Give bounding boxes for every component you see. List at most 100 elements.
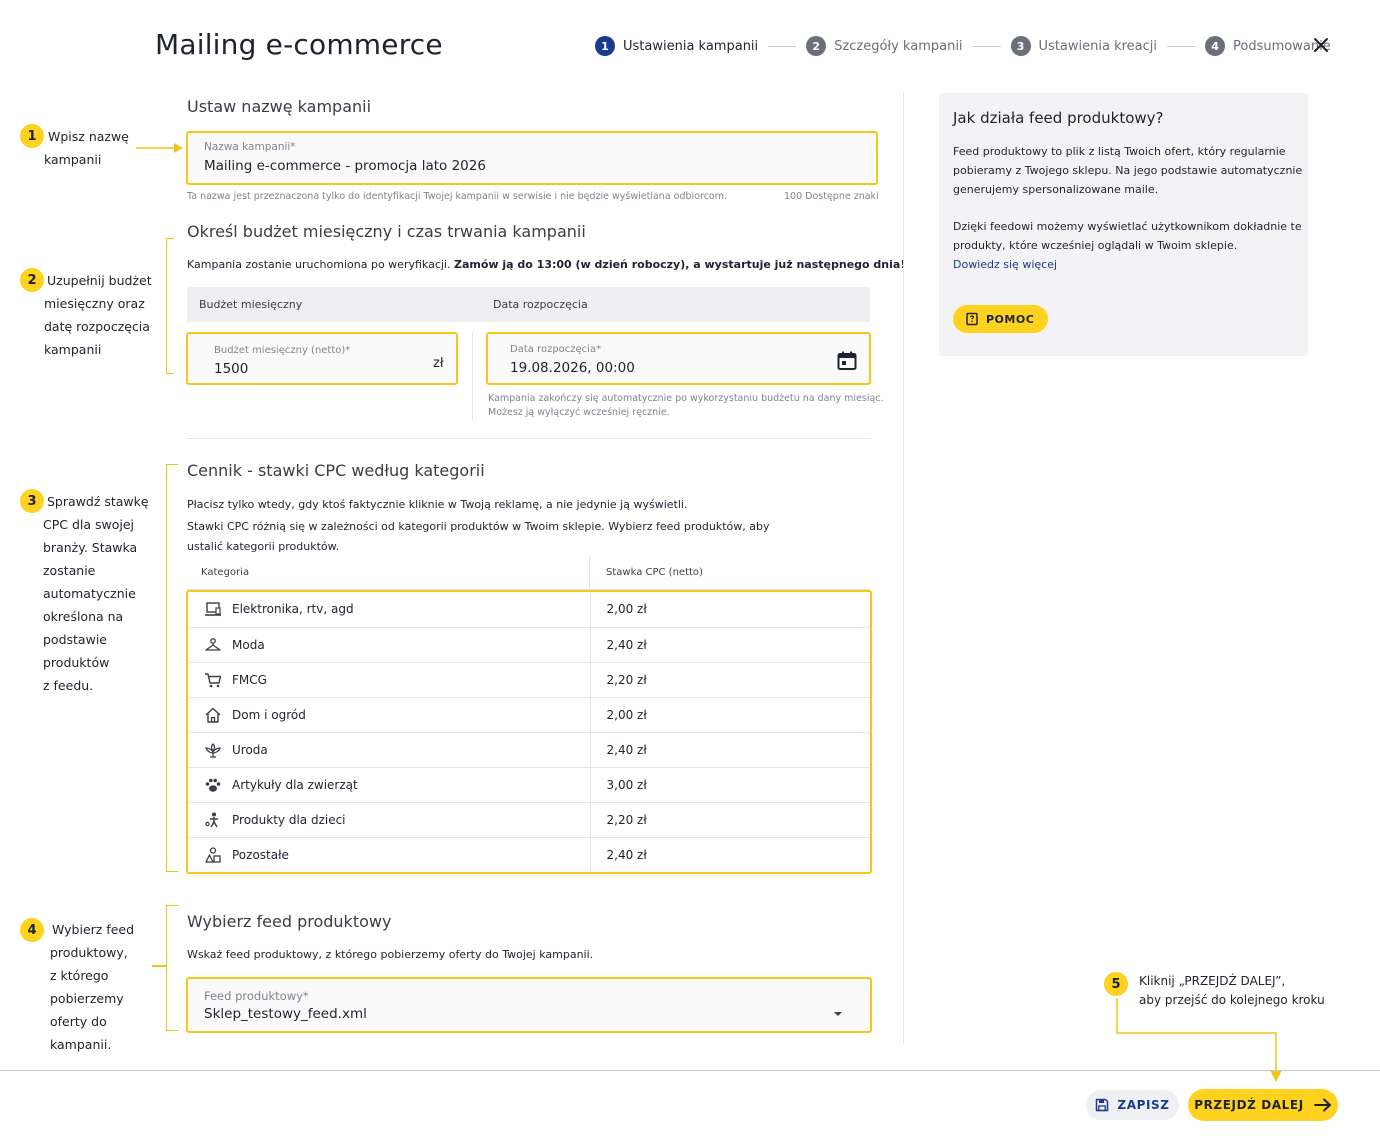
budget-column-header: Budżet miesięczny (199, 298, 303, 311)
arrow-right-icon (1313, 1098, 1332, 1112)
category-name: Artykuły dla zwierząt (232, 777, 358, 792)
save-icon (1095, 1098, 1109, 1112)
save-button[interactable]: ZAPISZ (1086, 1090, 1179, 1120)
table-row: FMCG 2,20 zł (188, 662, 870, 698)
rate-cell: 2,40 zł (606, 847, 647, 862)
table-row: Produkty dla dzieci 2,20 zł (188, 802, 870, 838)
annotation-text-1a: Wpisz nazwę (48, 129, 129, 144)
cpc-table-header: Kategoria Stawka CPC (netto) (187, 556, 870, 590)
annotation-text-5a: Kliknij „PRZEJDŹ DALEJ”, (1139, 974, 1286, 988)
section-heading-name: Ustaw nazwę kampanii (187, 97, 372, 116)
budget-label: Budżet miesięczny (netto)* (214, 345, 351, 356)
annotation-badge-2: 2 (20, 268, 44, 292)
cpc-desc-3: ustalić kategorii produktów. (187, 540, 340, 553)
annotation-text-3b: CPC dla swojej (43, 517, 135, 532)
home-icon (204, 706, 222, 724)
step-number: 2 (806, 36, 827, 56)
annotation-text-3d: zostanie (43, 563, 96, 578)
cpc-rates-table: Elektronika, rtv, agd 2,00 zł Moda 2,40 … (188, 592, 870, 872)
feed-label: Feed produktowy* (204, 989, 309, 1003)
info-para-1c: generujemy spersonalizowane maile. (953, 183, 1159, 196)
cart-icon (204, 671, 222, 689)
shapes-icon (204, 846, 222, 864)
rate-cell: 2,40 zł (590, 627, 870, 663)
step-divider (1167, 45, 1196, 47)
step-settings[interactable]: 1 Ustawienia kampanii (595, 36, 758, 56)
feed-desc: Wskaż feed produktowy, z którego pobierz… (187, 948, 594, 961)
start-date-value: 19.08.2026, 00:00 (510, 360, 635, 376)
annotation-arrow-1 (136, 140, 184, 154)
category-name: Dom i ogród (232, 707, 306, 722)
feed-info-panel: Jak działa feed produktowy? Feed produkt… (939, 93, 1308, 356)
annotation-text-3e: automatycznie (43, 586, 136, 601)
calendar-icon[interactable] (836, 350, 858, 372)
page-title: Mailing e-commerce (155, 28, 443, 61)
category-cell: Pozostałe (188, 837, 591, 872)
rate-cell: 2,20 zł (590, 802, 870, 838)
annotation-text-3a: Sprawdź stawkę (47, 494, 149, 509)
paw-icon (204, 776, 222, 794)
step-details[interactable]: 2 Szczegóły kampanii (806, 36, 963, 56)
step-creative[interactable]: 3 Ustawienia kreacji (1010, 36, 1158, 56)
help-button[interactable]: POMOC (953, 305, 1049, 333)
budget-value: 1500 (214, 361, 249, 377)
annotation-text-3i: z feedu. (43, 678, 94, 693)
learn-more-link[interactable]: Dowiedz się więcej (953, 258, 1057, 271)
table-row: Dom i ogród 2,00 zł (188, 697, 870, 733)
category-cell: Uroda (188, 732, 591, 768)
table-row: Pozostałe 2,40 zł (188, 837, 870, 872)
category-column-header: Kategoria (201, 567, 250, 578)
column-divider (589, 556, 590, 590)
footer-divider (0, 1070, 1380, 1071)
annotation-text-3c: branży. Stawka (43, 540, 138, 555)
next-button[interactable]: PRZEJDŹ DALEJ (1188, 1089, 1338, 1121)
annotation-text-3h: produktów (43, 655, 110, 670)
date-column-header: Data rozpoczęcia (493, 298, 588, 311)
next-button-label: PRZEJDŹ DALEJ (1194, 1098, 1304, 1112)
budget-field[interactable]: Budżet miesięczny (netto)* 1500 zł (186, 332, 458, 385)
launch-notice: Kampania zostanie uruchomiona po weryfik… (187, 255, 905, 275)
start-date-label: Data rozpoczęcia* (510, 344, 602, 355)
table-row: Elektronika, rtv, agd 2,00 zł (188, 592, 870, 628)
category-cell: Produkty dla dzieci (188, 802, 591, 838)
close-icon[interactable] (1309, 33, 1333, 57)
info-para-2b: produkty, które wcześniej oglądali w Two… (953, 239, 1238, 252)
feed-select[interactable]: Feed produktowy* Sklep_testowy_feed.xml (186, 977, 872, 1033)
category-cell: Elektronika, rtv, agd (188, 592, 591, 628)
annotation-bracket-3 (166, 464, 178, 872)
annotation-text-4f: kampanii. (50, 1037, 112, 1052)
rate-cell: 3,00 zł (590, 767, 870, 803)
rate-cell: 2,00 zł (590, 592, 870, 628)
step-label: Ustawienia kreacji (1038, 38, 1158, 54)
start-date-field[interactable]: Data rozpoczęcia* 19.08.2026, 00:00 (486, 332, 871, 385)
help-button-label: POMOC (986, 312, 1035, 326)
section-heading-cpc: Cennik - stawki CPC według kategorii (187, 461, 485, 480)
annotation-text-2c: datę rozpoczęcia (44, 319, 150, 334)
info-para-1b: pobieramy z Twojego sklepu. Na jego pods… (953, 164, 1303, 177)
section-divider (187, 438, 870, 439)
hanger-icon (204, 636, 222, 654)
caret-down-icon[interactable] (832, 1003, 844, 1016)
category-cell: Moda (188, 627, 591, 663)
stepper: 1 Ustawienia kampanii 2 Szczegóły kampan… (595, 35, 1331, 57)
campaign-name-helper: Ta nazwa jest przeznaczona tylko do iden… (187, 191, 728, 202)
table-row: Artykuły dla zwierząt 3,00 zł (188, 767, 870, 803)
cpc-table: Elektronika, rtv, agd 2,00 zł Moda 2,40 … (186, 590, 872, 874)
category-name: FMCG (232, 672, 267, 687)
annotation-badge-4: 4 (20, 918, 44, 942)
category-name: Uroda (232, 742, 268, 757)
category-cell: Dom i ogród (188, 697, 591, 733)
lotus-icon (204, 741, 222, 759)
campaign-name-field[interactable]: Nazwa kampanii* Mailing e-commerce - pro… (186, 131, 878, 185)
annotation-text-4e: oferty do (50, 1014, 107, 1029)
column-divider (472, 332, 473, 420)
step-divider (768, 45, 797, 47)
annotation-badge-3: 3 (20, 489, 44, 513)
info-para-1a: Feed produktowy to plik z listą Twoich o… (953, 145, 1286, 158)
cpc-desc-2: Stawki CPC różnią się w zależności od ka… (187, 520, 770, 533)
campaign-name-label: Nazwa kampanii* (204, 141, 296, 153)
category-name: Elektronika, rtv, agd (232, 602, 354, 617)
category-name: Moda (232, 637, 265, 652)
annotation-text-1b: kampanii (44, 152, 102, 167)
annotation-bracket-2 (166, 238, 174, 374)
